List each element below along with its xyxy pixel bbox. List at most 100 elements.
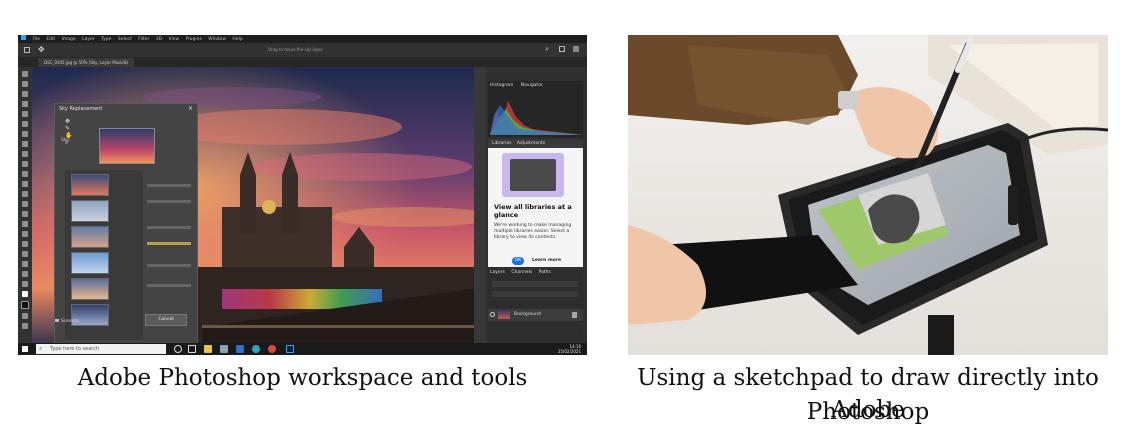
tab-adjustments[interactable]: Adjustments (517, 141, 545, 146)
menu-item[interactable]: Plugins (186, 37, 202, 42)
photoshop-taskbar-icon[interactable] (286, 345, 294, 353)
workspace-icon[interactable] (573, 46, 579, 52)
magic-wand-tool-icon[interactable] (22, 101, 28, 107)
blur-tool-icon[interactable] (22, 201, 28, 207)
menu-item[interactable]: Image (62, 37, 76, 42)
learn-more-link[interactable]: Learn more (532, 257, 561, 265)
lighting-slider[interactable] (147, 284, 191, 287)
document-canvas[interactable]: Sky Replacement × ✥ ✎ ✋ ⌕ Sky: Sunsets C… (32, 67, 486, 343)
selected-sky-preview[interactable] (99, 128, 155, 164)
sky-preset-thumb[interactable] (71, 174, 109, 196)
menu-item[interactable]: Help (232, 37, 242, 42)
sky-preset-thumb[interactable] (71, 226, 109, 248)
crop-tool-icon[interactable] (22, 111, 28, 117)
options-hint: Drag to move the sky layer. (268, 47, 324, 52)
store-icon[interactable] (220, 345, 228, 353)
clock-date: 25/02/2021 (557, 349, 581, 354)
zoom-tool-icon[interactable] (22, 271, 28, 277)
tab-layers[interactable]: Layers (490, 270, 505, 275)
options-bar: ✥ Drag to move the sky layer. ⌕ (18, 43, 587, 57)
foreground-color-swatch[interactable] (22, 291, 28, 297)
caption-left: Adobe Photoshop workspace and tools (77, 365, 528, 391)
history-brush-tool-icon[interactable] (22, 171, 28, 177)
clone-stamp-tool-icon[interactable] (22, 161, 28, 167)
fade-edge-slider[interactable] (147, 200, 191, 203)
more-tools-icon[interactable] (22, 281, 28, 287)
sky-brush-icon[interactable]: ✎ (65, 125, 77, 132)
move-tool-icon[interactable] (22, 71, 28, 77)
shape-tool-icon[interactable] (22, 251, 28, 257)
menu-item[interactable]: Layer (82, 37, 95, 42)
healing-brush-tool-icon[interactable] (22, 141, 28, 147)
background-color-swatch[interactable] (21, 301, 29, 309)
ok-button[interactable]: OK (512, 257, 524, 265)
menu-item[interactable]: View (169, 37, 180, 42)
tab-paths[interactable]: Paths (539, 270, 551, 275)
dodge-tool-icon[interactable] (22, 211, 28, 217)
caption-right-line2: Photoshop (806, 399, 930, 425)
photoshop-screenshot: File Edit Image Layer Type Select Filter… (18, 35, 587, 355)
eraser-tool-icon[interactable] (22, 181, 28, 187)
menu-item[interactable]: 3D (156, 37, 162, 42)
search-icon[interactable]: ⌕ (545, 45, 549, 54)
close-icon[interactable]: × (188, 105, 193, 112)
scale-slider[interactable] (147, 264, 191, 267)
lasso-tool-icon[interactable] (22, 91, 28, 97)
home-icon[interactable] (24, 47, 30, 53)
cortana-icon[interactable] (174, 345, 182, 353)
screen-mode-icon[interactable] (22, 323, 28, 329)
edge-icon[interactable] (252, 345, 260, 353)
temperature-slider[interactable] (147, 242, 191, 245)
panel-icons-strip (474, 67, 486, 343)
file-explorer-icon[interactable] (204, 345, 212, 353)
right-panels: Histogram Navigator Libraries Adjustment… (474, 67, 587, 343)
shift-edge-slider[interactable] (147, 184, 191, 187)
document-tab[interactable]: DSC_0045.jpg @ 50% (Sky, Layer Mask/8) (38, 58, 135, 67)
tab-histogram[interactable]: Histogram (490, 83, 513, 88)
menu-item[interactable]: File (32, 37, 40, 42)
search-icon: ⌕ (39, 345, 43, 352)
pen-tool-icon[interactable] (22, 221, 28, 227)
chrome-icon[interactable] (268, 345, 276, 353)
blend-mode-row (492, 291, 578, 297)
document-tab-bar: DSC_0045.jpg @ 50% (Sky, Layer Mask/8) (18, 57, 587, 67)
share-icon[interactable] (559, 46, 565, 52)
cancel-button[interactable]: Cancel (145, 314, 187, 326)
folder-icon (55, 319, 59, 322)
hand-tool-icon[interactable] (22, 261, 28, 267)
tools-panel (18, 67, 32, 343)
menu-item[interactable]: Window (208, 37, 226, 42)
taskbar-search-box[interactable]: ⌕ Type here to search (36, 344, 166, 354)
quick-mask-icon[interactable] (22, 313, 28, 319)
brightness-slider[interactable] (147, 226, 191, 229)
gradient-tool-icon[interactable] (22, 191, 28, 197)
eyedropper-tool-icon[interactable] (22, 131, 28, 137)
menu-item[interactable]: Type (101, 37, 111, 42)
drawing-tablet-photo (628, 35, 1108, 355)
layer-row[interactable]: Background (488, 309, 583, 321)
sky-label: Sky: (61, 138, 71, 143)
menu-item[interactable]: Edit (46, 37, 55, 42)
marquee-tool-icon[interactable] (22, 81, 28, 87)
task-view-icon[interactable] (188, 345, 196, 353)
sky-preset-thumb[interactable] (71, 200, 109, 222)
tab-libraries[interactable]: Libraries (492, 141, 511, 146)
move-tool-icon[interactable]: ✥ (38, 45, 45, 54)
visibility-eye-icon[interactable] (490, 312, 495, 317)
menu-item[interactable]: Filter (138, 37, 149, 42)
windows-start-icon[interactable] (22, 346, 28, 352)
sky-preset-thumb[interactable] (71, 278, 109, 300)
frame-tool-icon[interactable] (22, 121, 28, 127)
path-selection-tool-icon[interactable] (22, 241, 28, 247)
layer-filter-row (492, 281, 578, 287)
mail-icon[interactable] (236, 345, 244, 353)
tab-channels[interactable]: Channels (511, 270, 532, 275)
move-tool-icon[interactable]: ✥ (65, 118, 77, 125)
brush-tool-icon[interactable] (22, 151, 28, 157)
search-placeholder: Type here to search (50, 346, 100, 352)
tab-navigator[interactable]: Navigator (521, 83, 543, 88)
sky-folder-label[interactable]: Sunsets (61, 319, 79, 324)
type-tool-icon[interactable] (22, 231, 28, 237)
menu-item[interactable]: Select (118, 37, 132, 42)
sky-preset-thumb[interactable] (71, 252, 109, 274)
